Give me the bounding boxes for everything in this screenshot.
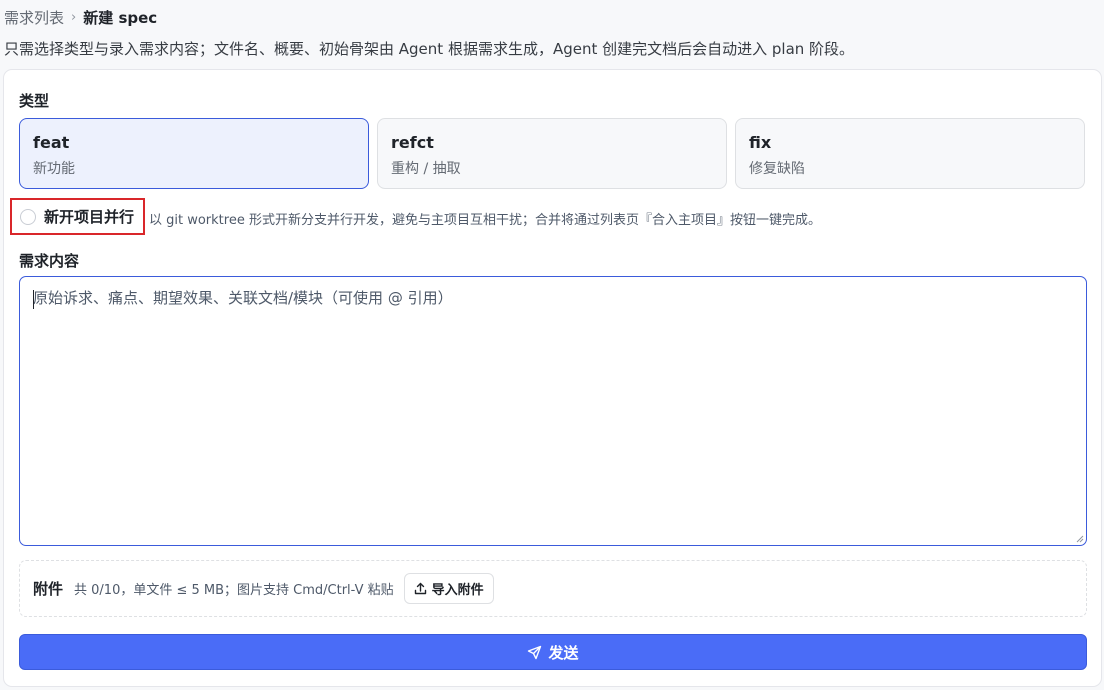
content-textarea[interactable] bbox=[20, 277, 1086, 545]
attachments-area: 附件 共 0/10，单文件 ≤ 5 MB；图片支持 Cmd/Ctrl-V 粘贴 … bbox=[19, 560, 1087, 617]
type-option-refct[interactable]: refct 重构 / 抽取 bbox=[377, 118, 727, 189]
type-code: feat bbox=[33, 133, 70, 152]
send-button[interactable]: 发送 bbox=[19, 634, 1087, 670]
type-desc: 重构 / 抽取 bbox=[391, 161, 461, 177]
type-desc: 修复缺陷 bbox=[749, 161, 805, 177]
send-icon bbox=[528, 645, 542, 659]
type-option-fix[interactable]: fix 修复缺陷 bbox=[735, 118, 1085, 189]
attachments-label: 附件 bbox=[33, 580, 64, 598]
form-card: 类型 feat 新功能 refct 重构 / 抽取 fix 修复缺陷 新开项目并… bbox=[3, 69, 1102, 687]
type-option-feat[interactable]: feat 新功能 bbox=[19, 118, 369, 189]
type-code: fix bbox=[749, 133, 772, 152]
text-caret bbox=[33, 290, 34, 309]
breadcrumb: 需求列表 › 新建 spec bbox=[4, 6, 157, 28]
breadcrumb-link-spec-list[interactable]: 需求列表 bbox=[4, 7, 64, 28]
upload-icon bbox=[414, 582, 426, 595]
content-section-label: 需求内容 bbox=[19, 252, 80, 270]
resize-handle-icon[interactable] bbox=[1076, 535, 1084, 543]
parallel-toggle[interactable]: 新开项目并行 bbox=[10, 198, 145, 235]
content-textarea-wrapper bbox=[19, 276, 1087, 546]
type-desc: 新功能 bbox=[33, 161, 75, 177]
breadcrumb-current: 新建 spec bbox=[83, 8, 158, 27]
parallel-hint: 以 git worktree 形式开新分支并行开发，避免与主项目互相干扰；合并将… bbox=[149, 213, 821, 228]
type-code: refct bbox=[391, 133, 434, 152]
import-attachment-button[interactable]: 导入附件 bbox=[403, 573, 494, 604]
send-label: 发送 bbox=[548, 643, 579, 662]
breadcrumb-separator: › bbox=[71, 9, 77, 25]
parallel-checkbox[interactable] bbox=[20, 208, 36, 225]
import-attachment-label: 导入附件 bbox=[431, 583, 484, 598]
page-description: 只需选择类型与录入需求内容；文件名、概要、初始骨架由 Agent 根据需求生成，… bbox=[4, 40, 855, 58]
attachments-info: 共 0/10，单文件 ≤ 5 MB；图片支持 Cmd/Ctrl-V 粘贴 bbox=[74, 583, 394, 598]
type-section-label: 类型 bbox=[19, 92, 50, 110]
parallel-label: 新开项目并行 bbox=[44, 208, 135, 226]
